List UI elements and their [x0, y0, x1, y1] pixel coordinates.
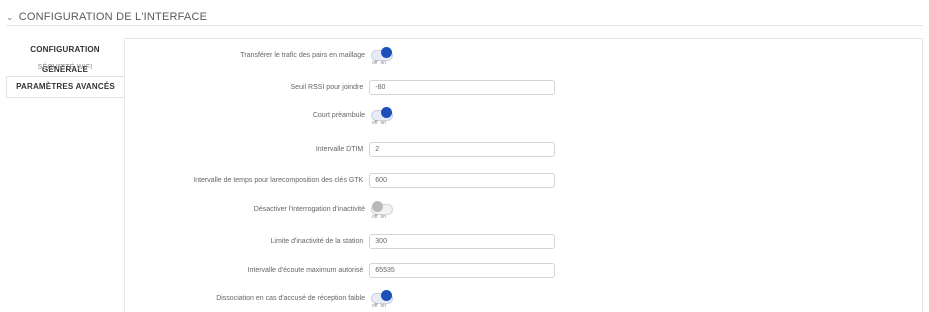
toggle-on-label: on — [380, 120, 387, 126]
toggle-knob — [372, 201, 383, 212]
setting-row-disassoc-low-ack: Dissociation en cas d'accusé de réceptio… — [125, 288, 555, 309]
toggle-state-labels: off on — [372, 214, 389, 220]
setting-label: Intervalle de temps pour larecomposition… — [193, 176, 364, 184]
setting-label: Transférer le trafic des pairs en mailla… — [240, 51, 365, 59]
setting-label: Seuil RSSI pour joindre — [290, 83, 364, 91]
short-preamble-toggle[interactable]: off on — [371, 107, 393, 126]
toggle-state-labels: off on — [372, 60, 389, 66]
toggle-knob — [381, 107, 392, 118]
chevron-down-icon[interactable]: ⌄ — [6, 12, 14, 23]
toggle-knob — [381, 47, 392, 58]
sidebar-item-wifi-security[interactable]: SÉCURITÉ WIFI — [6, 60, 124, 76]
toggle-state-labels: off on — [372, 120, 389, 126]
header-divider — [6, 25, 923, 26]
setting-label: Court préambule — [312, 111, 365, 119]
toggle-off-label: off — [372, 120, 378, 126]
toggle-off-label: off — [372, 60, 378, 66]
sidebar: CONFIGURATION GÉNÉRALE SÉCURITÉ WIFI PAR… — [6, 40, 124, 98]
toggle-knob — [381, 290, 392, 301]
toggle-on-label: on — [380, 303, 387, 309]
setting-row-dtim-interval: Intervalle DTIM 2 — [125, 139, 555, 159]
toggle-on-label: on — [380, 214, 387, 220]
setting-label: Dissociation en cas d'accusé de réceptio… — [216, 294, 365, 302]
setting-row-rssi-threshold: Seuil RSSI pour joindre -80 — [125, 77, 555, 97]
setting-row-disable-inactivity-poll: Désactiver l'interrogation d'inactivité … — [125, 199, 555, 220]
setting-row-short-preamble: Court préambule off on — [125, 105, 555, 126]
setting-row-gtk-rekey-interval: Intervalle de temps pour larecomposition… — [125, 170, 555, 190]
mesh-forwarding-toggle[interactable]: off on — [371, 47, 393, 66]
gtk-rekey-interval-input[interactable]: 600 — [369, 172, 555, 188]
rssi-threshold-input[interactable]: -80 — [369, 79, 555, 95]
settings-panel: Transférer le trafic des pairs en mailla… — [124, 38, 923, 312]
setting-label: Limite d'inactivité de la station — [270, 237, 364, 245]
setting-row-max-listen-interval: Intervalle d'écoute maximum autorisé 655… — [125, 260, 555, 280]
setting-label: Intervalle d'écoute maximum autorisé — [247, 266, 364, 274]
sidebar-item-general-config[interactable]: CONFIGURATION GÉNÉRALE — [6, 40, 124, 74]
disable-inactivity-poll-toggle[interactable]: off on — [371, 201, 393, 220]
dtim-interval-input[interactable]: 2 — [369, 141, 555, 157]
station-inactivity-limit-input[interactable]: 300 — [369, 233, 555, 249]
setting-row-station-inactivity-limit: Limite d'inactivité de la station 300 — [125, 231, 555, 251]
disassoc-low-ack-toggle[interactable]: off on — [371, 290, 393, 309]
setting-row-mesh-forwarding: Transférer le trafic des pairs en mailla… — [125, 45, 555, 66]
sidebar-item-advanced-settings[interactable]: PARAMÈTRES AVANCÉS — [6, 76, 124, 98]
setting-label: Désactiver l'interrogation d'inactivité — [253, 205, 365, 213]
toggle-off-label: off — [372, 303, 378, 309]
max-listen-interval-input[interactable]: 65535 — [369, 262, 555, 278]
toggle-on-label: on — [380, 60, 387, 66]
toggle-off-label: off — [372, 214, 378, 220]
setting-label: Intervalle DTIM — [315, 145, 364, 153]
section-header[interactable]: ⌄ CONFIGURATION DE L'INTERFACE — [6, 8, 207, 26]
toggle-state-labels: off on — [372, 303, 389, 309]
section-title: CONFIGURATION DE L'INTERFACE — [18, 11, 208, 23]
